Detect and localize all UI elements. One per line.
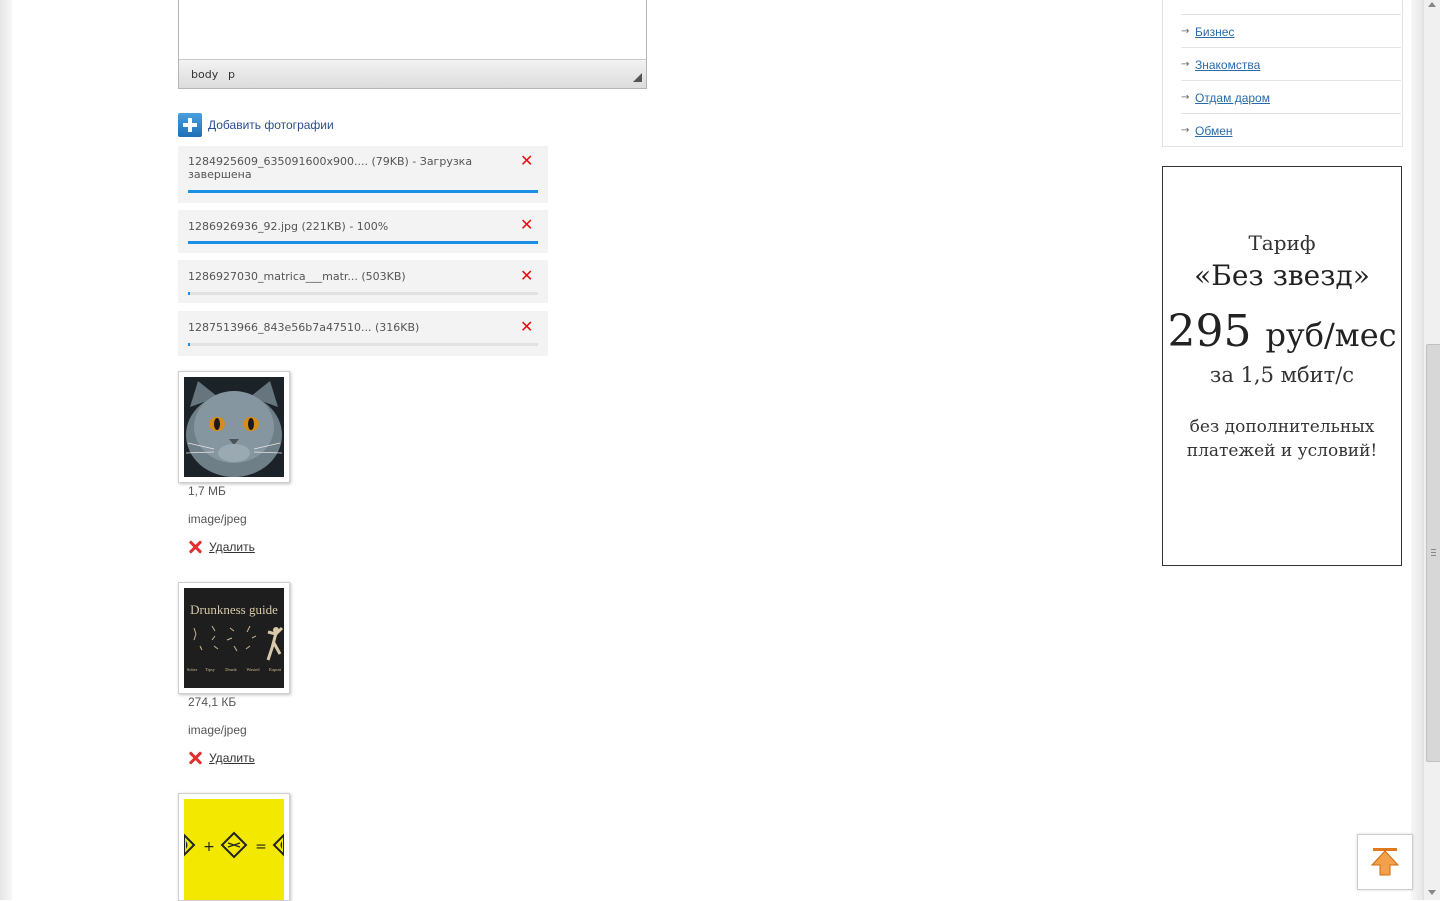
arrow-up-icon [1370,848,1400,876]
ad-tariff-name: «Без звезд» [1194,259,1370,292]
page-left-shadow [0,0,12,900]
plus-icon [178,112,202,137]
add-photos-button[interactable]: Добавить фотографии [178,112,334,137]
text-editor[interactable]: body p [178,0,647,89]
menu-item-business[interactable]: → Бизнес [1181,14,1401,48]
remove-upload-icon[interactable]: ✕ [520,319,533,335]
upload-file-text: 1286926936_92.jpg (221KB) - 100% [188,220,389,233]
arrow-right-icon: → [1181,59,1190,70]
upload-progress-bar [188,343,538,346]
menu-link[interactable]: Знакомства [1195,58,1260,72]
element-path-p[interactable]: p [228,68,235,81]
delete-label: Удалить [209,540,255,554]
ad-speed: за 1,5 мбит/с [1209,363,1355,387]
image-label-wasted: Wasted [246,667,260,672]
ad-price: 295 руб/мес [1163,307,1401,360]
image-label-sober: Sober [187,667,198,672]
upload-item: 1284925609_635091600x900.... (79KB) - За… [178,146,548,203]
photo-type: image/jpeg [188,512,247,526]
photo-thumbnail[interactable]: Drunkness guide Sober Tipsy Drunk Wasted… [178,582,290,694]
photo-thumbnail[interactable]: + = [178,793,290,901]
page-right-shadow [1411,0,1423,900]
tariff-ad-banner[interactable]: Тариф «Без звезд» 295 руб/мес за 1,5 мби… [1162,166,1402,566]
image-equals-symbol: = [255,839,267,855]
delete-icon [188,540,202,554]
upload-item: 1286926936_92.jpg (221KB) - 100% ✕ [178,210,548,253]
ad-note: без дополнительных платежей и условий! [1186,417,1378,461]
menu-link[interactable]: Отдам даром [1195,91,1270,105]
upload-progress-bar [188,190,538,193]
menu-item-dating[interactable]: → Знакомства [1181,47,1401,81]
photo-size: 1,7 МБ [188,484,226,498]
menu-item-exchange[interactable]: → Обмен [1181,113,1401,147]
delete-photo-button[interactable]: Удалить [188,540,255,554]
image-title-text: Drunkness guide [190,602,278,617]
upload-progress-bar [188,241,538,244]
menu-link[interactable]: Обмен [1195,124,1233,138]
scrollbar-thumb[interactable] [1426,344,1440,762]
menu-item-giveaway[interactable]: → Отдам даром [1181,80,1401,114]
photo-thumbnail[interactable] [178,371,290,483]
image-label-drunk: Drunk [225,667,237,672]
remove-upload-icon[interactable]: ✕ [520,268,533,284]
arrow-right-icon: → [1181,92,1190,103]
arrow-right-icon: → [1181,125,1190,136]
photo-size: 274,1 КБ [188,695,237,709]
scroll-down-arrow-icon[interactable] [1428,890,1436,895]
scroll-up-arrow-icon[interactable] [1428,2,1436,7]
photo-type: image/jpeg [188,723,247,737]
ad-price-value: 295 [1167,306,1252,357]
grip-icon [1431,549,1436,550]
image-plus-symbol: + [203,839,215,855]
ad-price-unit: руб/мес [1265,316,1397,354]
element-path-body[interactable]: body [191,68,218,81]
menu-link[interactable]: Бизнес [1195,25,1234,39]
upload-progress-bar [188,292,538,295]
image-label-kaputt: Kaputt [269,667,282,672]
upload-item: 1286927030_matrica___matr... (503KB) ✕ [178,260,548,303]
upload-file-text: 1284925609_635091600x900.... (79KB) - За… [188,155,473,181]
remove-upload-icon[interactable]: ✕ [520,153,533,169]
resize-handle-icon[interactable] [633,73,642,82]
editor-content-area[interactable] [179,0,646,60]
arrow-right-icon: → [1181,26,1190,37]
menu-item-cut-off [1194,0,1394,4]
editor-status-bar: body p [179,60,646,88]
category-menu: → Бизнес → Знакомства → Отдам даром → Об… [1162,0,1403,147]
cat-photo-image [184,377,284,477]
drunkness-guide-image: Drunkness guide Sober Tipsy Drunk Wasted… [184,588,284,688]
add-photos-label: Добавить фотографии [208,117,334,132]
image-label-tipsy: Tipsy [205,667,216,672]
scroll-to-top-button[interactable] [1357,834,1413,890]
upload-item: 1287513966_843e56b7a47510... (316KB) ✕ [178,311,548,356]
upload-file-text: 1286927030_matrica___matr... (503KB) [188,270,406,283]
upload-file-text: 1287513966_843e56b7a47510... (316KB) [188,321,420,334]
delete-label: Удалить [209,751,255,765]
delete-icon [188,751,202,765]
ad-tariff-label: Тариф [1248,231,1316,255]
remove-upload-icon[interactable]: ✕ [520,217,533,233]
delete-photo-button[interactable]: Удалить [188,751,255,765]
vertical-scrollbar[interactable] [1423,0,1440,900]
yellow-sign-image: + = [184,799,284,900]
